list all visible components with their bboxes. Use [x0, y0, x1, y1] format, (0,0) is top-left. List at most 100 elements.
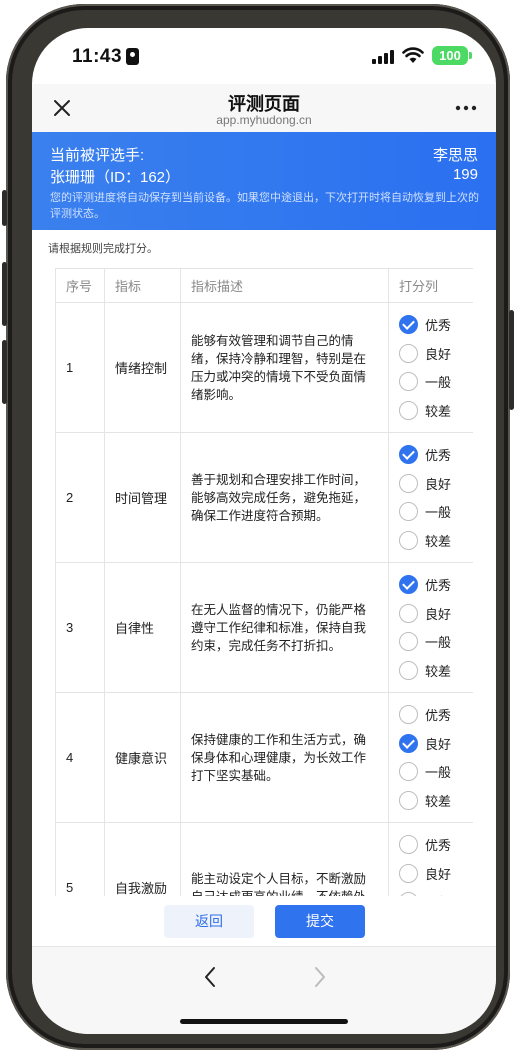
scoring-table: 序号 指标 指标描述 打分列 1 情绪控制 能够有效管理和调节自己的情绪，保持冷静和…	[55, 268, 473, 896]
rating-option[interactable]: 一般	[399, 758, 473, 787]
assessor-score: 199	[452, 166, 478, 183]
rating-option-label: 较差	[425, 533, 452, 549]
rating-option[interactable]: 一般	[399, 498, 473, 527]
rating-options: 优秀良好一般较差	[388, 302, 473, 433]
rating-option[interactable]: 较差	[399, 526, 473, 555]
radio-icon[interactable]	[399, 473, 418, 493]
column-header: 打分列	[388, 268, 473, 303]
candidate-header: 当前被评选手: 张珊珊（ID：162） 李思思 199 您的评测进度将自动保存到…	[32, 132, 496, 230]
screen: 11:43 100 评测页面 app.myhudong.cn 当前被评选手: 张…	[32, 28, 496, 1034]
rating-option-label: 较差	[425, 793, 452, 809]
rating-options: 优秀良好一般较差	[388, 562, 473, 693]
radio-icon[interactable]	[399, 863, 418, 883]
row-indicator: 自我激励	[104, 822, 181, 896]
rating-option-label: 优秀	[425, 838, 452, 854]
radio-icon[interactable]	[399, 502, 418, 522]
radio-icon[interactable]	[399, 632, 418, 652]
rating-option[interactable]: 优秀	[399, 831, 473, 860]
rating-option[interactable]: 优秀	[399, 571, 473, 600]
table-body: 1 情绪控制 能够有效管理和调节自己的情绪，保持冷静和理智，特别是在压力或冲突的情境…	[55, 302, 473, 896]
radio-icon[interactable]	[399, 660, 418, 680]
row-description: 能主动设定个人目标，不断激励自己达成更高的业绩，不依赖外	[180, 822, 389, 896]
row-index: 5	[55, 822, 105, 896]
rating-option[interactable]: 一般	[399, 888, 473, 896]
radio-icon[interactable]	[399, 835, 418, 855]
rating-option-label: 较差	[425, 663, 452, 679]
rating-option-label: 优秀	[425, 708, 452, 724]
rating-option[interactable]: 较差	[399, 786, 473, 815]
rating-option[interactable]: 较差	[399, 396, 473, 425]
scoring-table-container[interactable]: 序号 指标 指标描述 打分列 1 情绪控制 能够有效管理和调节自己的情绪，保持冷静和…	[55, 268, 473, 896]
browser-toolbar	[32, 946, 496, 1034]
submit-button[interactable]: 提交	[275, 905, 365, 938]
table-row: 3 自律性 在无人监督的情况下，仍能严格遵守工作纪律和标准，保持自我约束，完成任务不…	[55, 562, 473, 693]
row-indicator: 自律性	[104, 562, 181, 693]
rating-option[interactable]: 良好	[399, 729, 473, 758]
row-index: 1	[55, 302, 105, 433]
rating-option[interactable]: 良好	[399, 859, 473, 888]
row-description: 能够有效管理和调节自己的情绪，保持冷静和理智，特别是在压力或冲突的情境下不受负面…	[180, 302, 389, 433]
more-options-icon[interactable]	[454, 98, 478, 118]
rating-option-label: 优秀	[425, 318, 452, 334]
volume-up-button	[2, 262, 7, 326]
radio-icon[interactable]	[399, 762, 418, 782]
table-row: 2 时间管理 善于规划和合理安排工作时间，能够高效完成任务，避免拖延，确保工作进度符…	[55, 432, 473, 563]
wifi-icon	[402, 47, 424, 63]
checked-radio-icon[interactable]	[399, 575, 418, 595]
rating-options: 优秀良好一般较差	[388, 432, 473, 563]
assessor-name: 李思思	[432, 147, 478, 164]
action-bar: 返回 提交	[32, 896, 496, 946]
table-row: 4 健康意识 保持健康的工作和生活方式，确保身体和心理健康，为长效工作打下坚实基础。…	[55, 692, 473, 823]
home-indicator	[180, 1019, 348, 1024]
rating-option[interactable]: 一般	[399, 368, 473, 397]
rating-option[interactable]: 较差	[399, 656, 473, 685]
rating-option[interactable]: 优秀	[399, 701, 473, 730]
rating-option[interactable]: 优秀	[399, 441, 473, 470]
rating-option[interactable]: 优秀	[399, 311, 473, 340]
rating-option-label: 良好	[425, 476, 452, 492]
power-button	[509, 310, 514, 410]
rating-option-label: 良好	[425, 346, 452, 362]
column-header: 序号	[55, 268, 105, 303]
rating-option-label: 一般	[425, 765, 452, 781]
status-bar: 11:43 100	[32, 28, 496, 84]
row-indicator: 健康意识	[104, 692, 181, 823]
battery-indicator: 100	[432, 46, 472, 65]
back-button[interactable]: 返回	[164, 905, 254, 938]
radio-icon[interactable]	[399, 603, 418, 623]
rating-option[interactable]: 一般	[399, 628, 473, 657]
rating-option-label: 较差	[425, 403, 452, 419]
rating-option-label: 一般	[425, 505, 452, 521]
autosave-note: 您的评测进度将自动保存到当前设备。如果您中途退出，下次打开时将自动恢复到上次的评…	[50, 192, 479, 220]
rating-option[interactable]: 良好	[399, 339, 473, 368]
action-button	[2, 190, 7, 226]
table-row: 5自我激励能主动设定个人目标，不断激励自己达成更高的业绩，不依赖外优秀良好一般较…	[55, 822, 473, 896]
candidate-name: 张珊珊（ID：162）	[50, 169, 181, 186]
radio-icon[interactable]	[399, 372, 418, 392]
checked-radio-icon[interactable]	[399, 315, 418, 335]
radio-icon[interactable]	[399, 790, 418, 810]
forward-arrow-icon[interactable]	[312, 965, 328, 989]
radio-icon[interactable]	[399, 400, 418, 420]
checked-radio-icon[interactable]	[399, 733, 418, 753]
rating-option[interactable]: 良好	[399, 469, 473, 498]
row-index: 4	[55, 692, 105, 823]
rating-option-label: 一般	[425, 635, 452, 651]
checked-radio-icon[interactable]	[399, 445, 418, 465]
back-arrow-icon[interactable]	[202, 965, 218, 989]
rating-options: 优秀良好一般较差	[388, 692, 473, 823]
rating-option-label: 优秀	[425, 448, 452, 464]
row-description: 保持健康的工作和生活方式，确保身体和心理健康，为长效工作打下坚实基础。	[180, 692, 389, 823]
clock: 11:43	[72, 46, 123, 67]
radio-icon[interactable]	[399, 705, 418, 725]
row-description: 善于规划和合理安排工作时间，能够高效完成任务，避免拖延，确保工作进度符合预期。	[180, 432, 389, 563]
id-card-icon	[126, 48, 139, 65]
rating-option[interactable]: 良好	[399, 599, 473, 628]
radio-icon[interactable]	[399, 530, 418, 550]
rating-options: 优秀良好一般较差	[388, 822, 473, 896]
nav-bar: 评测页面 app.myhudong.cn	[32, 84, 496, 132]
table-row: 1 情绪控制 能够有效管理和调节自己的情绪，保持冷静和理智，特别是在压力或冲突的情境…	[55, 302, 473, 433]
rating-option-label: 良好	[425, 606, 452, 622]
phone-frame: 11:43 100 评测页面 app.myhudong.cn 当前被评选手: 张…	[2, 4, 514, 1050]
radio-icon[interactable]	[399, 343, 418, 363]
